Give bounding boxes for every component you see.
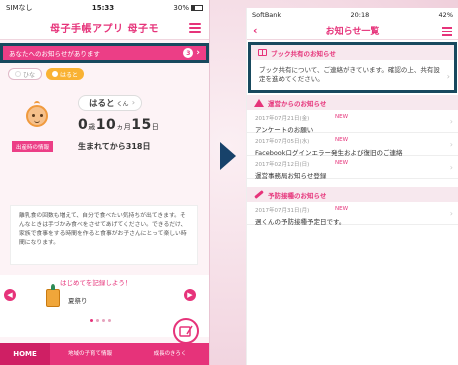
clock: 15:33 [91, 4, 115, 12]
nav-local-info[interactable]: 地域の子育て情報 [50, 351, 130, 358]
age-months: 10 [95, 117, 117, 133]
status-bar: SoftBank 20:18 42% [247, 8, 458, 22]
radio-dot-icon [52, 71, 59, 77]
advice-message: 離乳食の回数も増えて、自分で食べたい気持ちが出てきます。そんなときは手づかみ食べ… [10, 205, 198, 265]
list-item[interactable]: 2017年07月05日(水) NEW Facebookログインエラー発生および復… [247, 133, 458, 157]
notification-banner-text: あなたへのお知らせがあります [9, 50, 100, 58]
nav-home[interactable]: HOME [0, 343, 50, 365]
clock: 20:18 [350, 11, 370, 19]
back-icon[interactable]: ‹ [253, 24, 258, 37]
page-dot [96, 319, 99, 322]
new-badge: NEW [335, 160, 349, 166]
age-years-unit: 歳 [88, 123, 96, 131]
battery-percent: 42% [438, 11, 453, 19]
chevron-right-icon: › [131, 98, 135, 107]
child-profile-card: はると くん › 0歳10ヵ月15日 出産時の情報 生まれてから318日 [0, 85, 209, 185]
book-icon [258, 49, 267, 56]
book-share-notice[interactable]: ブック共有のお知らせ ブック共有について、ご連絡がきています。確認の上、共有設定… [248, 42, 457, 93]
birth-info-button[interactable]: 出産時の情報 [12, 141, 54, 152]
notification-list-screen: SoftBank 20:18 42% ‹ お知らせ一覧 ブック共有のお知らせ ブ… [246, 8, 458, 365]
warning-icon [254, 98, 264, 107]
home-screen: SIMなし 15:33 30% 母子手帳アプリ 母子モ あなたへのお知らせがあり… [0, 0, 210, 365]
child-name-button[interactable]: はると くん › [78, 95, 142, 111]
app-header: 母子手帳アプリ 母子モ [0, 16, 209, 40]
transition-arrow-icon [220, 142, 236, 170]
notice-date: 2017年02月12日(日) [255, 162, 310, 168]
chevron-right-icon: › [196, 48, 200, 58]
write-record-button[interactable] [173, 318, 199, 344]
chevron-right-icon: › [449, 209, 453, 218]
section-header-vaccine: 予防接種のお知らせ [247, 187, 458, 202]
child-name-suffix: くん [116, 100, 129, 108]
new-badge: NEW [335, 114, 349, 120]
child-toggle-label: はると [60, 71, 79, 79]
list-item[interactable]: 2017年07月21日(金) NEW アンケートのお願い › [247, 110, 458, 134]
child-switcher: ひな はると [0, 63, 209, 85]
child-age: 0歳10ヵ月15日 [78, 117, 159, 133]
notification-banner[interactable]: あなたへのお知らせがあります 3 › [0, 43, 209, 63]
section-title: ブック共有のお知らせ [271, 49, 336, 58]
notice-date: 2017年07月21日(金) [255, 116, 310, 122]
page-dot [108, 319, 111, 322]
book-share-body: ブック共有について、ご連絡がきています。確認の上、共有設定を進めてください。 › [251, 60, 454, 90]
nav-growth-record[interactable]: 成長のきろく [130, 351, 209, 358]
notification-count-badge: 3 [183, 48, 194, 58]
section-header-book-share: ブック共有のお知らせ [251, 45, 454, 60]
child-toggle-hina[interactable]: ひな [8, 68, 43, 80]
child-toggle-label: ひな [23, 71, 36, 79]
days-since-birth: 生まれてから318日 [78, 142, 151, 151]
battery-icon [190, 5, 203, 11]
menu-icon[interactable] [442, 27, 452, 38]
battery-indicator: 30% [173, 4, 203, 12]
baby-avatar-icon [26, 105, 48, 127]
carrier-label: SoftBank [252, 11, 282, 19]
list-item[interactable]: 2017年02月12日(日) NEW 運営事務局お知らせ登録 › [247, 156, 458, 180]
age-days-unit: 日 [151, 123, 160, 131]
new-badge: NEW [335, 137, 349, 143]
battery-percent: 30% [173, 4, 189, 12]
app-header: ‹ お知らせ一覧 [247, 22, 458, 40]
age-years: 0 [78, 117, 89, 133]
list-item[interactable]: 2017年07月31日(月) NEW 週くんの予防接種予定日です。 › [247, 202, 458, 226]
age-days: 15 [131, 117, 152, 133]
book-pen-icon [179, 325, 193, 337]
section-title: 予防接種のお知らせ [268, 191, 327, 200]
radio-dot-icon [15, 71, 21, 77]
chevron-right-icon: › [449, 140, 453, 149]
notice-title: 週くんの予防接種予定日です。 [255, 218, 346, 226]
section-header-operator: 運営からのお知らせ [247, 95, 458, 110]
carousel-pagination [90, 319, 111, 322]
chevron-right-icon: › [449, 163, 453, 172]
new-badge: NEW [335, 206, 349, 212]
page-dot [90, 319, 93, 322]
app-title: 母子手帳アプリ 母子モ [50, 24, 159, 35]
carousel-next-button[interactable]: ▶ [184, 289, 196, 301]
chevron-right-icon: › [449, 117, 453, 126]
syringe-icon [254, 190, 264, 199]
page-title: お知らせ一覧 [325, 27, 380, 37]
notice-date: 2017年07月31日(月) [255, 208, 310, 214]
child-name: はると [89, 99, 115, 109]
menu-icon[interactable] [189, 23, 201, 33]
child-toggle-haruto[interactable]: はると [46, 68, 85, 80]
notice-date: 2017年07月05日(水) [255, 139, 310, 145]
carousel-prev-button[interactable]: ◀ [4, 289, 16, 301]
carousel-title: はじめてを記録しよう！ [60, 279, 132, 287]
status-bar: SIMなし 15:33 30% [0, 0, 209, 16]
section-title: 運営からのお知らせ [268, 99, 327, 108]
carrier-label: SIMなし [6, 4, 33, 12]
notice-title: 運営事務局お知らせ登録 [255, 172, 327, 180]
notice-text: ブック共有について、ご連絡がきています。確認の上、共有設定を進めてください。 [259, 66, 440, 83]
page-dot [102, 319, 105, 322]
chevron-right-icon: › [446, 72, 450, 81]
age-months-unit: ヵ月 [116, 123, 132, 131]
carousel-item-label[interactable]: 夏祭り [68, 295, 88, 305]
festival-fan-icon [46, 284, 60, 307]
bottom-nav: HOME 地域の子育て情報 成長のきろく [0, 343, 209, 365]
